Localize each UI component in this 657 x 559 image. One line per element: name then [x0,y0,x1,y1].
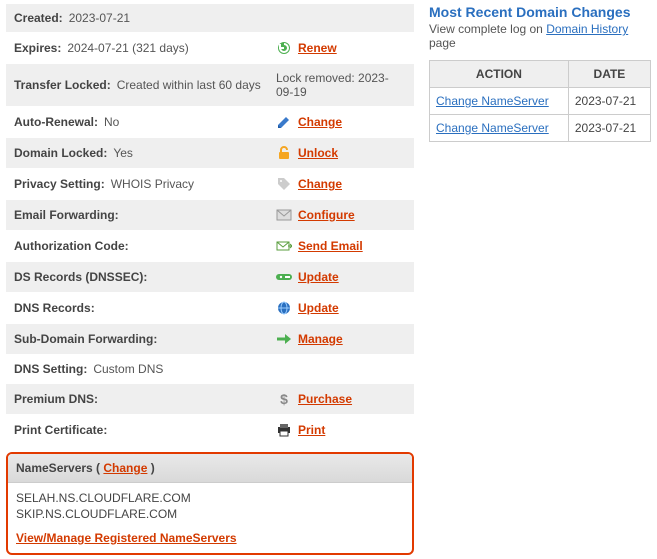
action-link[interactable]: Update [298,301,339,315]
row-label: Expires: [14,41,61,55]
history-table: ACTION DATE Change NameServer2023-07-21C… [429,60,651,142]
history-date: 2023-07-21 [568,115,650,142]
row-label: Print Certificate: [14,423,107,437]
row-action: Renew [276,40,406,56]
action-link[interactable]: Send Email [298,239,363,253]
domain-history-link[interactable]: Domain History [546,22,628,36]
history-title: Most Recent Domain Changes [429,4,651,20]
action-link[interactable]: Renew [298,41,337,55]
row-action: Configure [276,207,406,223]
envelope-icon [276,207,292,223]
unlock-icon [276,145,292,161]
row-action: Update [276,269,406,285]
row-action: Print [276,422,406,438]
row-label: Sub-Domain Forwarding: [14,332,157,346]
renew-icon [276,40,292,56]
settings-row: DS Records (DNSSEC): Update [6,262,414,293]
settings-row: Domain Locked: Yes Unlock [6,138,414,169]
dollar-icon: $ [276,391,292,407]
arrow-icon [276,331,292,347]
row-action: Manage [276,331,406,347]
row-value: 2023-07-21 [69,11,130,25]
history-action-link[interactable]: Change NameServer [436,121,549,135]
history-row: Change NameServer 2023-07-21 [430,115,651,142]
row-label: Auto-Renewal: [14,115,98,129]
nameservers-list: SELAH.NS.CLOUDFLARE.COM SKIP.NS.CLOUDFLAR… [8,483,412,531]
row-action: Update [276,300,406,316]
history-sub: View complete log on Domain History page [429,22,651,50]
row-label: DNS Records: [14,301,95,315]
row-value: Yes [113,146,133,160]
settings-row: DNS Setting: Custom DNS [6,355,414,384]
row-value: WHOIS Privacy [111,177,194,191]
nameservers-box: NameServers ( Change )SELAH.NS.CLOUDFLAR… [6,452,414,555]
settings-row: Auto-Renewal: No Change [6,107,414,138]
printer-icon [276,422,292,438]
history-col-action: ACTION [430,61,569,88]
row-action: $ Purchase [276,391,406,407]
settings-row: Email Forwarding: Configure [6,200,414,231]
action-text: Lock removed: 2023-09-19 [276,71,406,99]
settings-row: Expires: 2024-07-21 (321 days) Renew [6,33,414,64]
row-action: Send Email [276,238,406,254]
row-label: Premium DNS: [14,392,98,406]
row-value: 2024-07-21 (321 days) [67,41,188,55]
row-label: Created: [14,11,63,25]
settings-row: Transfer Locked: Created within last 60 d… [6,64,414,107]
action-link[interactable]: Manage [298,332,343,346]
key-icon [276,269,292,285]
globe-icon [276,300,292,316]
nameserver-entry: SELAH.NS.CLOUDFLARE.COM [16,491,404,505]
row-action: Change [276,176,406,192]
settings-row: Sub-Domain Forwarding: Manage [6,324,414,355]
row-value: Custom DNS [93,362,163,376]
action-link[interactable]: Configure [298,208,355,222]
nameservers-change-link[interactable]: Change [103,461,147,475]
svg-text:$: $ [280,391,288,407]
row-label: Privacy Setting: [14,177,105,191]
row-label: DNS Setting: [14,362,87,376]
settings-row: Created: 2023-07-21 [6,4,414,33]
row-label: Transfer Locked: [14,78,111,92]
history-row: Change NameServer 2023-07-21 [430,88,651,115]
action-link[interactable]: Change [298,177,342,191]
settings-row: DNS Records: Update [6,293,414,324]
row-action: Change [276,114,406,130]
pencil-blue-icon [276,114,292,130]
row-label: Authorization Code: [14,239,129,253]
mail-send-icon [276,238,292,254]
action-link[interactable]: Update [298,270,339,284]
nameservers-header: NameServers ( Change ) [8,454,412,483]
tag-icon [276,176,292,192]
action-link[interactable]: Change [298,115,342,129]
settings-row: Authorization Code: Send Email [6,231,414,262]
action-link[interactable]: Unlock [298,146,338,160]
history-col-date: DATE [568,61,650,88]
row-action: Unlock [276,145,406,161]
row-action: Lock removed: 2023-09-19 [276,71,406,99]
settings-row: Premium DNS: $ Purchase [6,384,414,415]
history-date: 2023-07-21 [568,88,650,115]
row-value: Created within last 60 days [117,78,261,92]
history-action-link[interactable]: Change NameServer [436,94,549,108]
settings-row: Print Certificate: Print [6,415,414,446]
nameserver-entry: SKIP.NS.CLOUDFLARE.COM [16,507,404,521]
action-link[interactable]: Purchase [298,392,352,406]
row-value: No [104,115,119,129]
row-label: DS Records (DNSSEC): [14,270,147,284]
settings-row: Privacy Setting: WHOIS Privacy Change [6,169,414,200]
action-link[interactable]: Print [298,423,325,437]
row-label: Domain Locked: [14,146,107,160]
view-manage-nameservers-link[interactable]: View/Manage Registered NameServers [16,531,237,545]
row-label: Email Forwarding: [14,208,119,222]
